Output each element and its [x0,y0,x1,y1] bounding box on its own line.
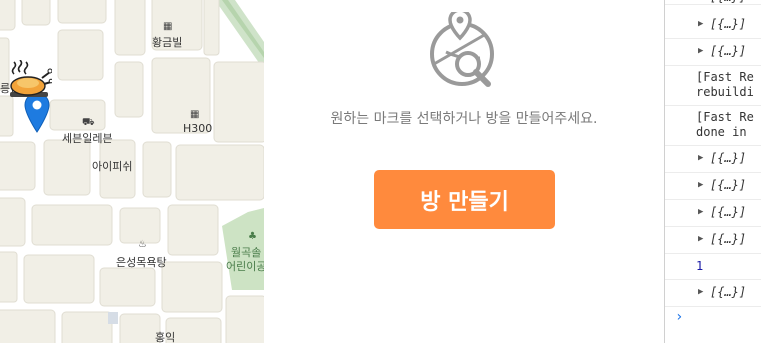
create-room-button[interactable]: 방 만들기 [374,170,555,229]
console-row[interactable]: ▶ [{…}] [665,0,761,5]
expand-triangle-icon[interactable]: ▶ [698,0,703,1]
console-row[interactable]: ▶ [{…}] [665,280,761,307]
expand-triangle-icon[interactable]: ▶ [698,46,703,56]
expand-triangle-icon[interactable]: ▶ [698,19,703,29]
console-row: [Fast Re rebuildi [665,66,761,106]
place-label[interactable]: 세븐일레븐 [62,130,113,146]
building-icon: ▦ [163,21,173,32]
console-prompt-icon[interactable]: › [675,309,683,325]
place-label[interactable]: 황금빌 [152,34,182,50]
map-view[interactable]: ▦ 황금빌 릉당 ⛟ 세븐일레븐 ▦ H300 아이피쉬 ♨ 은성목욕탕 ♣ 월… [0,0,264,343]
room-panel: 원하는 마크를 선택하거나 방을 만들어주세요. 방 만들기 [264,0,664,343]
console-row[interactable]: ▶ [{…}] [665,39,761,66]
expand-triangle-icon[interactable]: ▶ [698,153,703,163]
expand-triangle-icon[interactable]: ▶ [698,207,703,217]
tree-icon: ♣ [248,231,257,242]
cart-icon: ⛟ [82,117,95,128]
map-search-icon [430,12,494,87]
console-row[interactable]: ▶ [{…}] [665,227,761,254]
console-row[interactable]: ▶ [{…}] [665,146,761,173]
console-row: [Fast Re done in [665,106,761,146]
place-label[interactable]: H300 [183,122,212,135]
devtools-console: ▶ [{…}] ▶ [{…}] ▶ [{…}] [Fast Re rebuild… [664,0,761,343]
expand-triangle-icon[interactable]: ▶ [698,234,703,244]
console-row: 1 [665,254,761,280]
chicken-marker-icon[interactable] [8,60,52,104]
expand-triangle-icon[interactable]: ▶ [698,287,703,297]
console-row[interactable]: ▶ [{…}] [665,173,761,200]
building-icon: ▦ [190,109,200,120]
expand-triangle-icon[interactable]: ▶ [698,180,703,190]
place-label[interactable]: 어린이공 [226,258,264,274]
bath-icon: ♨ [138,239,147,250]
place-label[interactable]: 홍익 [155,329,175,343]
place-label[interactable]: 아이피쉬 [92,158,132,174]
console-row[interactable]: ▶ [{…}] [665,200,761,227]
console-row[interactable]: ▶ [{…}] [665,12,761,39]
empty-state-message: 원하는 마크를 선택하거나 방을 만들어주세요. [330,111,598,127]
place-label[interactable]: 은성목욕탕 [116,254,167,270]
